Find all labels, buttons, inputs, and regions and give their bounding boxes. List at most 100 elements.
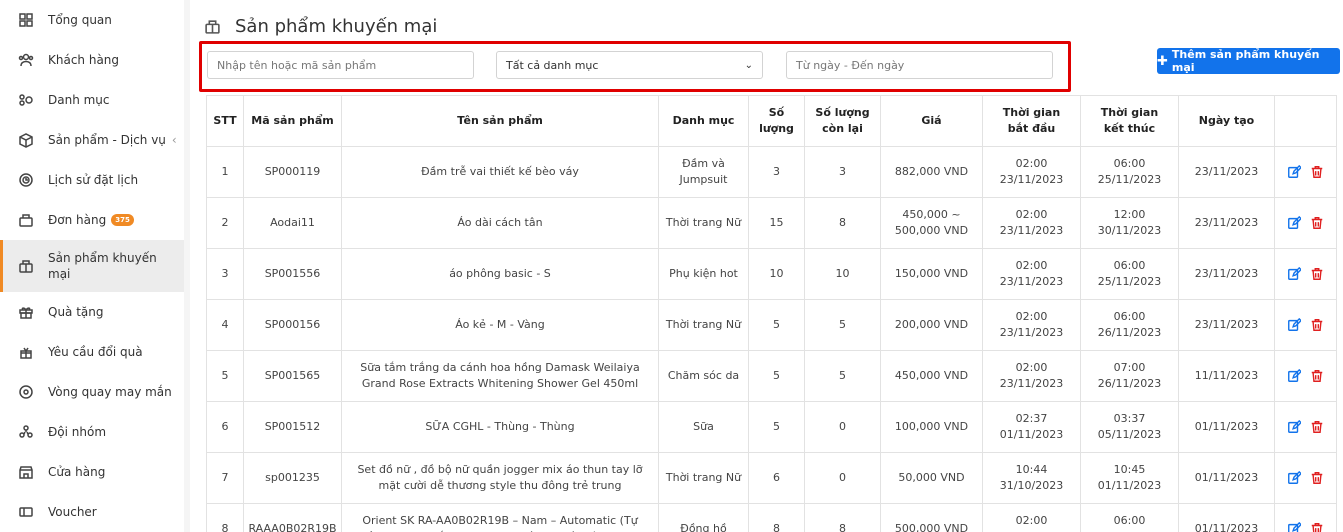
sidebar-item-order[interactable]: Đơn hàng 375 [0,200,190,240]
end-time: 07:00 [1113,361,1146,374]
sidebar-item-gift[interactable]: Quà tặng [0,292,190,332]
delete-icon[interactable] [1310,267,1324,281]
start-time: 02:00 [1015,259,1048,272]
cell-start: 02:37 01/11/2023 [982,401,1081,453]
sidebar-item-label: Cửa hàng [48,465,106,479]
cell-name: Áo dài cách tân [341,197,659,249]
order-icon [18,212,34,228]
end-date: 25/11/2023 [1097,275,1162,288]
delete-icon[interactable] [1310,522,1324,532]
end-time: 06:00 [1113,157,1146,170]
chevron-down-icon: ⌄ [744,59,753,71]
sidebar-item-store[interactable]: Cửa hàng [0,452,190,492]
cell-price: 150,000 VND [880,248,983,300]
edit-icon[interactable] [1287,369,1301,383]
sidebar-item-promo[interactable]: Sản phẩm khuyến mại [0,240,184,292]
sidebar-item-box[interactable]: Sản phẩm - Dịch vụ ‹ [0,120,190,160]
edit-icon[interactable] [1287,420,1301,434]
sidebar-item-label: Tổng quan [48,13,112,27]
end-date: 25/11/2023 [1097,173,1162,186]
cell-actions [1274,197,1337,249]
delete-icon[interactable] [1310,216,1324,230]
cell-created: 23/11/2023 [1178,248,1275,300]
table-row: 1 SP000119 Đầm trễ vai thiết kế bèo váy Đầm… [206,146,1337,198]
category-select[interactable]: Tất cả danh mục ⌄ [496,51,763,79]
edit-icon[interactable] [1287,471,1301,485]
delete-icon[interactable] [1310,369,1324,383]
cell-code: SP000156 [243,299,342,351]
table-header-row: STT Mã sản phẩm Tên sản phẩm Danh mục Số… [206,95,1337,147]
cell-code: SP001512 [243,401,342,453]
cell-code: sp001235 [243,452,342,504]
cell-category: Đồng hồ [658,503,749,532]
search-input[interactable]: Nhập tên hoặc mã sản phẩm [207,51,474,79]
add-promo-product-button[interactable]: ✚ Thêm sản phẩm khuyến mại [1157,48,1340,74]
start-date: 23/11/2023 [999,173,1064,186]
sidebar-item-users[interactable]: Khách hàng [0,40,190,80]
start-date: 23/11/2023 [999,377,1064,390]
sidebar-item-label: Đội nhóm [48,425,107,439]
sidebar-item-wheel[interactable]: Vòng quay may mắn [0,372,190,412]
cell-actions [1274,248,1337,300]
cell-created: 01/11/2023 [1178,452,1275,504]
filter-bar: Nhập tên hoặc mã sản phẩm Tất cả danh mụ… [199,41,1071,92]
cell-end: 10:45 01/11/2023 [1080,452,1179,504]
cell-category: Thời trang Nữ [658,452,749,504]
store-icon [18,464,34,480]
table-row: 2 Aodai11 Áo dài cách tân Thời trang Nữ 15 8 4… [206,197,1337,249]
table-row: 8 RAAA0B02R19B Orient SK RA-AA0B02R19B – N… [206,503,1337,532]
cell-end: 06:00 25/11/2023 [1080,248,1179,300]
edit-icon[interactable] [1287,318,1301,332]
promo-products-table: STT Mã sản phẩm Tên sản phẩm Danh mục Số… [206,95,1337,532]
cell-remaining: 8 [804,503,881,532]
sidebar-item-grid[interactable]: Tổng quan [0,0,190,40]
cell-name: Orient SK RA-AA0B02R19B – Nam – Automati… [341,503,659,532]
cell-remaining: 8 [804,197,881,249]
grid-icon [18,12,34,28]
end-date: 05/11/2023 [1097,428,1162,441]
delete-icon[interactable] [1310,165,1324,179]
cell-category: Thời trang Nữ [658,299,749,351]
delete-icon[interactable] [1310,471,1324,485]
sidebar-item-exchange[interactable]: Yêu cầu đổi quà [0,332,190,372]
category-icon [18,92,34,108]
edit-icon[interactable] [1287,267,1301,281]
cell-start: 02:00 23/11/2023 [982,197,1081,249]
date-range-input[interactable]: Từ ngày - Đến ngày [786,51,1053,79]
cell-created: 01/11/2023 [1178,503,1275,532]
category-select-value: Tất cả danh mục [506,58,599,72]
delete-icon[interactable] [1310,318,1324,332]
start-time: 10:44 [1015,463,1048,476]
cell-price: 50,000 VND [880,452,983,504]
sidebar-item-history[interactable]: Lịch sử đặt lịch [0,160,190,200]
cell-stt: 3 [206,248,244,300]
sidebar-item-label: Vòng quay may mắn [48,385,172,399]
edit-icon[interactable] [1287,165,1301,179]
cell-actions [1274,299,1337,351]
end-time: 03:37 [1113,412,1146,425]
cell-code: RAAA0B02R19B [243,503,342,532]
sidebar-item-voucher[interactable]: Voucher [0,492,190,532]
history-icon [18,172,34,188]
edit-icon[interactable] [1287,522,1301,532]
cell-name: SỮA CGHL - Thùng - Thùng [341,401,659,453]
cell-created: 23/11/2023 [1178,197,1275,249]
team-icon [18,424,34,440]
col-price: Giá [880,95,983,147]
add-button-label: Thêm sản phẩm khuyến mại [1171,48,1320,74]
end-date: 26/11/2023 [1097,377,1162,390]
cell-qty: 5 [748,350,805,402]
main-content: Sản phẩm khuyến mại Nhập tên hoặc mã sản… [199,0,1343,532]
sidebar-item-category[interactable]: Danh mục [0,80,190,120]
end-date: 30/11/2023 [1097,224,1162,237]
cell-actions [1274,503,1337,532]
edit-icon[interactable] [1287,216,1301,230]
users-icon [18,52,34,68]
cell-end: 03:37 05/11/2023 [1080,401,1179,453]
exchange-icon [18,344,34,360]
col-created: Ngày tạo [1178,95,1275,147]
cell-qty: 6 [748,452,805,504]
sidebar-item-team[interactable]: Đội nhóm [0,412,190,452]
table-row: 4 SP000156 Áo kẻ - M - Vàng Thời trang Nữ 5 5… [206,299,1337,351]
delete-icon[interactable] [1310,420,1324,434]
